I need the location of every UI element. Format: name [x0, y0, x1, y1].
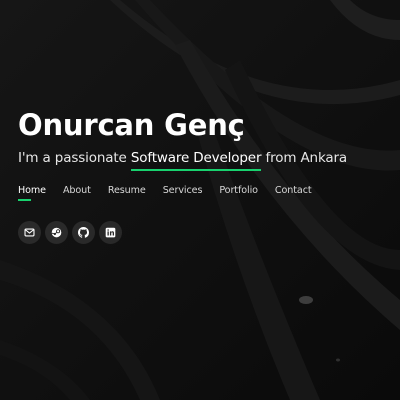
tagline-suffix: from Ankara — [265, 150, 348, 166]
mail-icon — [24, 228, 35, 237]
tagline-prefix: I'm a passionate — [18, 150, 127, 166]
nav-home[interactable]: Home — [18, 185, 46, 201]
linkedin-icon — [105, 227, 116, 238]
github-icon — [78, 227, 89, 238]
steam-button[interactable] — [45, 221, 68, 244]
nav-portfolio[interactable]: Portfolio — [219, 185, 258, 201]
steam-icon — [51, 227, 62, 238]
social-links — [18, 221, 122, 244]
nav-services[interactable]: Services — [163, 185, 203, 201]
nav-contact[interactable]: Contact — [275, 185, 312, 201]
main-nav: Home About Resume Services Portfolio Con… — [18, 185, 329, 201]
hero-tagline: I'm a passionate Software Developer from… — [18, 148, 347, 171]
nav-about[interactable]: About — [63, 185, 91, 201]
linkedin-button[interactable] — [99, 221, 122, 244]
nav-resume[interactable]: Resume — [108, 185, 146, 201]
tagline-highlight: Software Developer — [130, 148, 262, 171]
mail-button[interactable] — [18, 221, 41, 244]
github-button[interactable] — [72, 221, 95, 244]
hero-name: Onurcan Genç — [18, 108, 245, 142]
hero-section: Onurcan Genç I'm a passionate Software D… — [18, 108, 347, 171]
